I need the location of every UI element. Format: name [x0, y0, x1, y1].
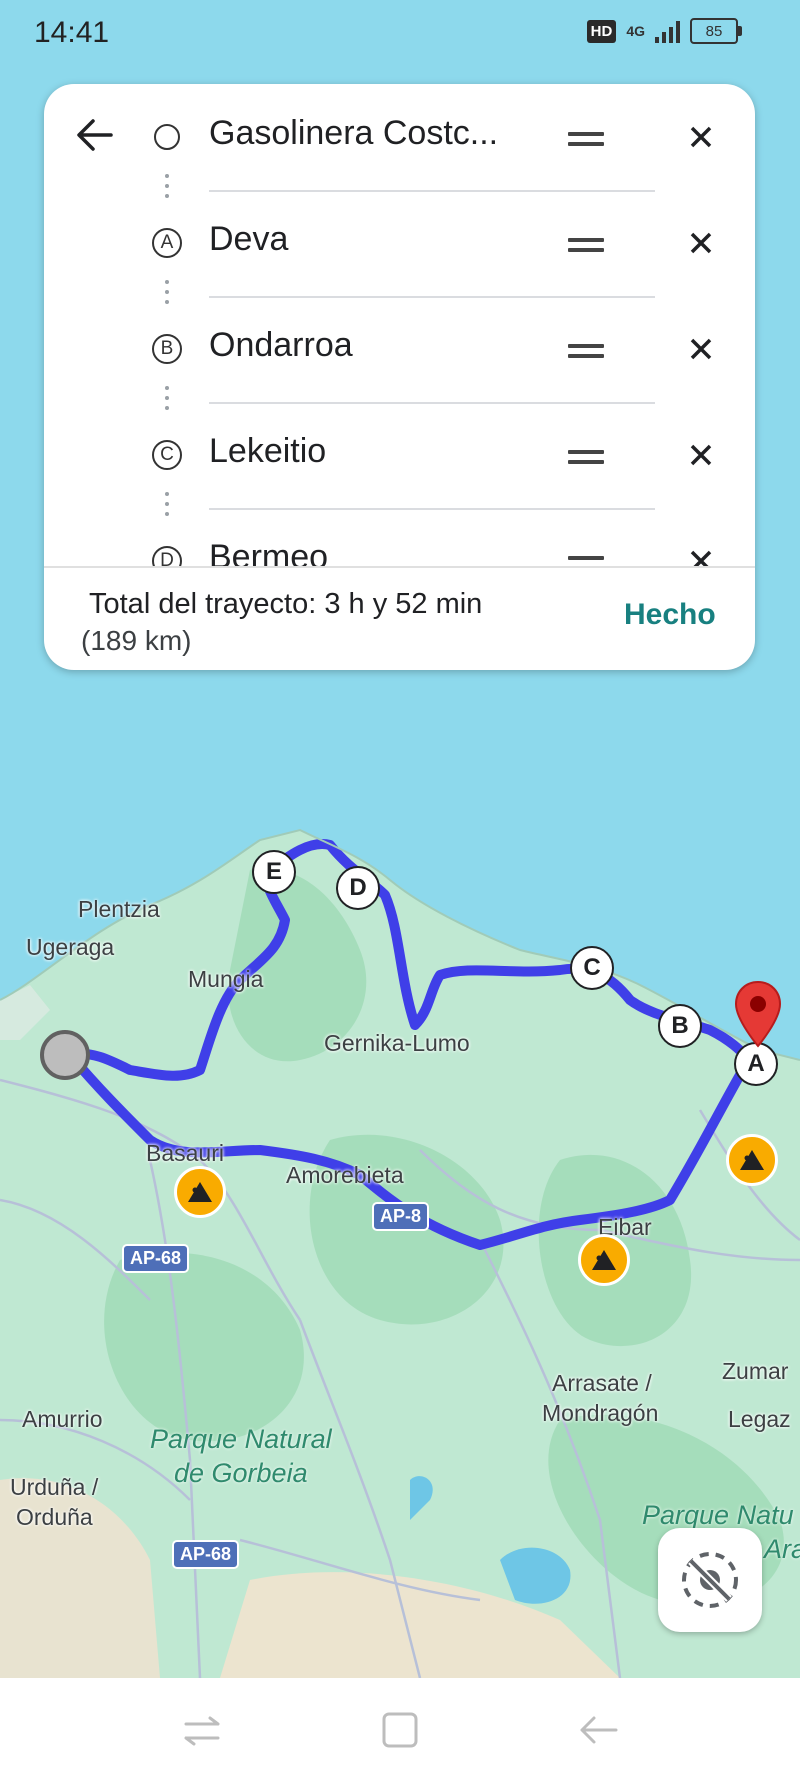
place-label: Orduña	[16, 1504, 93, 1530]
stop-row-d[interactable]: D Bermeo	[44, 508, 755, 566]
status-icons: HD 4G 85	[586, 18, 742, 44]
park-label: Parque Natural de Gorbeia	[150, 1422, 332, 1490]
place-label: Mungia	[188, 966, 264, 992]
place-label: Amorebieta	[286, 1162, 404, 1188]
stop-letter-marker: A	[152, 228, 182, 258]
waypoint-b[interactable]: B	[658, 1004, 702, 1048]
park-label-line: de Gorbeia	[174, 1458, 308, 1488]
stop-name[interactable]: Lekeitio	[209, 432, 326, 471]
construction-icon[interactable]	[174, 1166, 226, 1218]
drag-handle-icon[interactable]	[568, 556, 604, 566]
place-label: Ugeraga	[26, 934, 115, 960]
route-summary: Total del trayecto: 3 h y 52 min (189 km…	[44, 566, 755, 670]
done-button[interactable]: Hecho	[624, 598, 716, 632]
place-label: Urduña /	[10, 1474, 99, 1500]
construction-icon[interactable]	[578, 1234, 630, 1286]
stop-name[interactable]: Bermeo	[209, 538, 328, 566]
back-nav-icon[interactable]	[576, 1708, 620, 1752]
status-time: 14:41	[34, 16, 110, 49]
system-nav-bar	[0, 1678, 800, 1784]
place-label: Gernika-Lumo	[324, 1030, 470, 1056]
park-label-line: Parque Natu	[642, 1500, 794, 1530]
stop-row-c[interactable]: C Lekeitio	[44, 402, 755, 516]
battery-icon: 85	[690, 18, 742, 44]
remove-stop-button[interactable]	[684, 332, 718, 366]
remove-stop-button[interactable]	[684, 120, 718, 154]
status-bar: 14:41 HD 4G 85	[0, 0, 800, 70]
stop-name[interactable]: Deva	[209, 220, 288, 259]
stop-name[interactable]: Gasolinera Costc...	[209, 114, 498, 153]
road-shield: AP-68	[172, 1540, 240, 1569]
place-label: Zumar	[722, 1358, 789, 1384]
recent-apps-icon[interactable]	[180, 1708, 224, 1752]
road-shield: AP-68	[122, 1244, 190, 1273]
destination-pin-icon[interactable]	[733, 980, 783, 1050]
place-label: Basauri	[146, 1140, 224, 1166]
park-label-line: Parque Natural	[150, 1424, 332, 1454]
close-icon	[690, 550, 712, 566]
construction-icon[interactable]	[726, 1134, 778, 1186]
drag-handle-icon[interactable]	[568, 344, 604, 358]
drag-handle-icon[interactable]	[568, 132, 604, 146]
remove-stop-button[interactable]	[684, 226, 718, 260]
home-icon[interactable]	[378, 1708, 422, 1752]
location-off-icon	[682, 1552, 738, 1608]
close-icon	[690, 126, 712, 148]
place-label: Legaz	[728, 1406, 791, 1432]
stop-row-a[interactable]: A Deva	[44, 190, 755, 304]
hd-badge: HD	[586, 19, 617, 43]
stop-letter-marker: C	[152, 440, 182, 470]
stop-letter-marker: D	[152, 546, 182, 566]
my-location-button[interactable]	[658, 1528, 762, 1632]
stop-letter-marker: B	[152, 334, 182, 364]
close-icon	[690, 338, 712, 360]
waypoint-d[interactable]: D	[336, 866, 380, 910]
route-panel: Gasolinera Costc... A Deva B Ondarroa C …	[44, 84, 755, 670]
total-distance: (189 km)	[81, 625, 192, 656]
waypoint-e[interactable]: E	[252, 850, 296, 894]
stop-row-origin[interactable]: Gasolinera Costc...	[44, 84, 755, 198]
road-shield: AP-8	[372, 1202, 430, 1231]
signal-icon	[655, 19, 680, 43]
close-icon	[690, 232, 712, 254]
network-type: 4G	[626, 23, 645, 39]
drag-handle-icon[interactable]	[568, 238, 604, 252]
place-label: Mondragón	[542, 1400, 659, 1426]
drag-handle-icon[interactable]	[568, 450, 604, 464]
remove-stop-button[interactable]	[684, 438, 718, 472]
close-icon	[690, 444, 712, 466]
battery-level: 85	[705, 22, 723, 40]
origin-circle-icon	[154, 124, 180, 150]
place-label: Amurrio	[22, 1406, 103, 1432]
remove-stop-button[interactable]	[684, 544, 718, 566]
origin-marker[interactable]	[40, 1030, 90, 1080]
stop-list[interactable]: Gasolinera Costc... A Deva B Ondarroa C …	[44, 84, 755, 566]
waypoint-c[interactable]: C	[570, 946, 614, 990]
stop-row-b[interactable]: B Ondarroa	[44, 296, 755, 410]
place-label: Arrasate /	[552, 1370, 652, 1396]
total-duration: Total del trayecto: 3 h y 52 min	[89, 588, 483, 620]
place-label: Plentzia	[78, 896, 160, 922]
stop-name[interactable]: Ondarroa	[209, 326, 353, 365]
